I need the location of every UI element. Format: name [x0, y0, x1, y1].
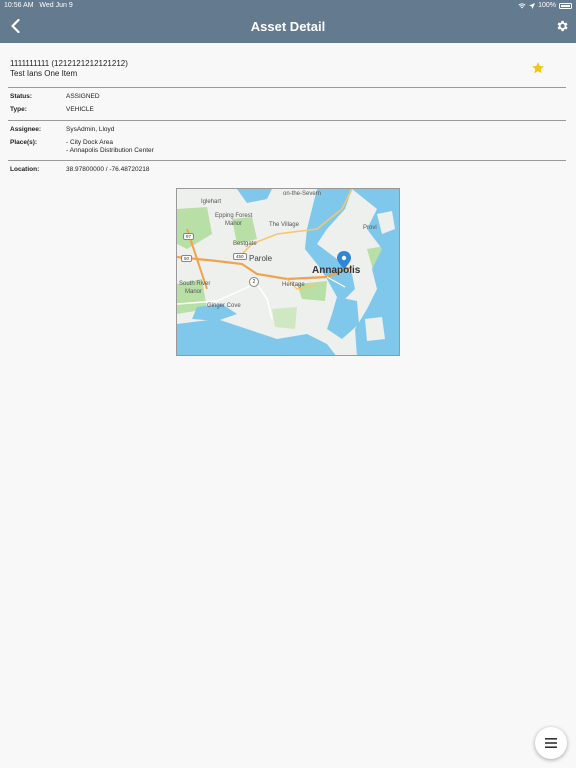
menu-icon [545, 738, 557, 748]
map-label: South River [179, 281, 211, 287]
status-bar: 10:56 AM Wed Jun 9 100% [0, 2, 576, 12]
type-value: VEHICLE [66, 106, 94, 113]
map-label: Parole [249, 254, 273, 263]
asset-name: Test Ians One Item [10, 69, 78, 78]
menu-button[interactable] [535, 727, 567, 759]
location-arrow-icon [529, 2, 536, 9]
status-value: ASSIGNED [66, 93, 100, 100]
star-icon [532, 62, 544, 74]
places-label: Place(s): [10, 139, 38, 146]
battery-icon [559, 2, 572, 9]
map-label: Epping Forest [215, 213, 253, 219]
map-label: The Village [269, 222, 299, 228]
divider [8, 160, 566, 161]
battery-percent: 100% [538, 2, 556, 9]
map-label: Heritage [282, 282, 305, 288]
map-label: Bestgate [233, 241, 257, 247]
settings-button[interactable] [555, 19, 569, 33]
assignee-label: Assignee: [10, 126, 42, 133]
type-label: Type: [10, 106, 27, 113]
status-indicators: 100% [518, 2, 572, 9]
location-map[interactable]: on-the-Severn Iglehart Epping Forest Man… [176, 188, 400, 356]
place-item: - Annapolis Distribution Center [66, 147, 154, 154]
location-label: Location: [10, 166, 40, 173]
route-shield: 50 [181, 255, 193, 262]
app-header: 10:56 AM Wed Jun 9 100% Asset Detail [0, 0, 576, 43]
map-label: Iglehart [201, 199, 222, 205]
route-shield: 97 [183, 233, 195, 240]
place-item: - City Dock Area [66, 139, 113, 146]
map-label: Manor [225, 221, 243, 227]
location-value: 38.97800000 / -76.48720218 [66, 166, 150, 173]
status-label: Status: [10, 93, 33, 100]
status-time-text: 10:56 AM [4, 2, 34, 9]
divider [8, 120, 566, 121]
map-label: on-the-Severn [283, 191, 322, 197]
wifi-icon [518, 2, 526, 8]
asset-id: 1111111111 (1212121212121212) [10, 59, 128, 68]
gear-icon [557, 20, 568, 32]
route-shield: 2 [249, 277, 259, 287]
map-label: Manor [185, 289, 203, 295]
divider [8, 87, 566, 88]
assignee-value: SysAdmin, Lloyd [66, 126, 115, 133]
favorite-button[interactable] [531, 61, 545, 75]
map-city-label: Annapolis [312, 265, 361, 276]
status-time: 10:56 AM Wed Jun 9 [4, 2, 73, 9]
status-date-text: Wed Jun 9 [39, 2, 73, 9]
route-shield: 450 [233, 253, 247, 260]
page-title: Asset Detail [250, 19, 326, 34]
map-label: Ginger Cove [207, 303, 241, 309]
map-label: Provi [363, 225, 377, 231]
map-graphic [177, 189, 399, 355]
